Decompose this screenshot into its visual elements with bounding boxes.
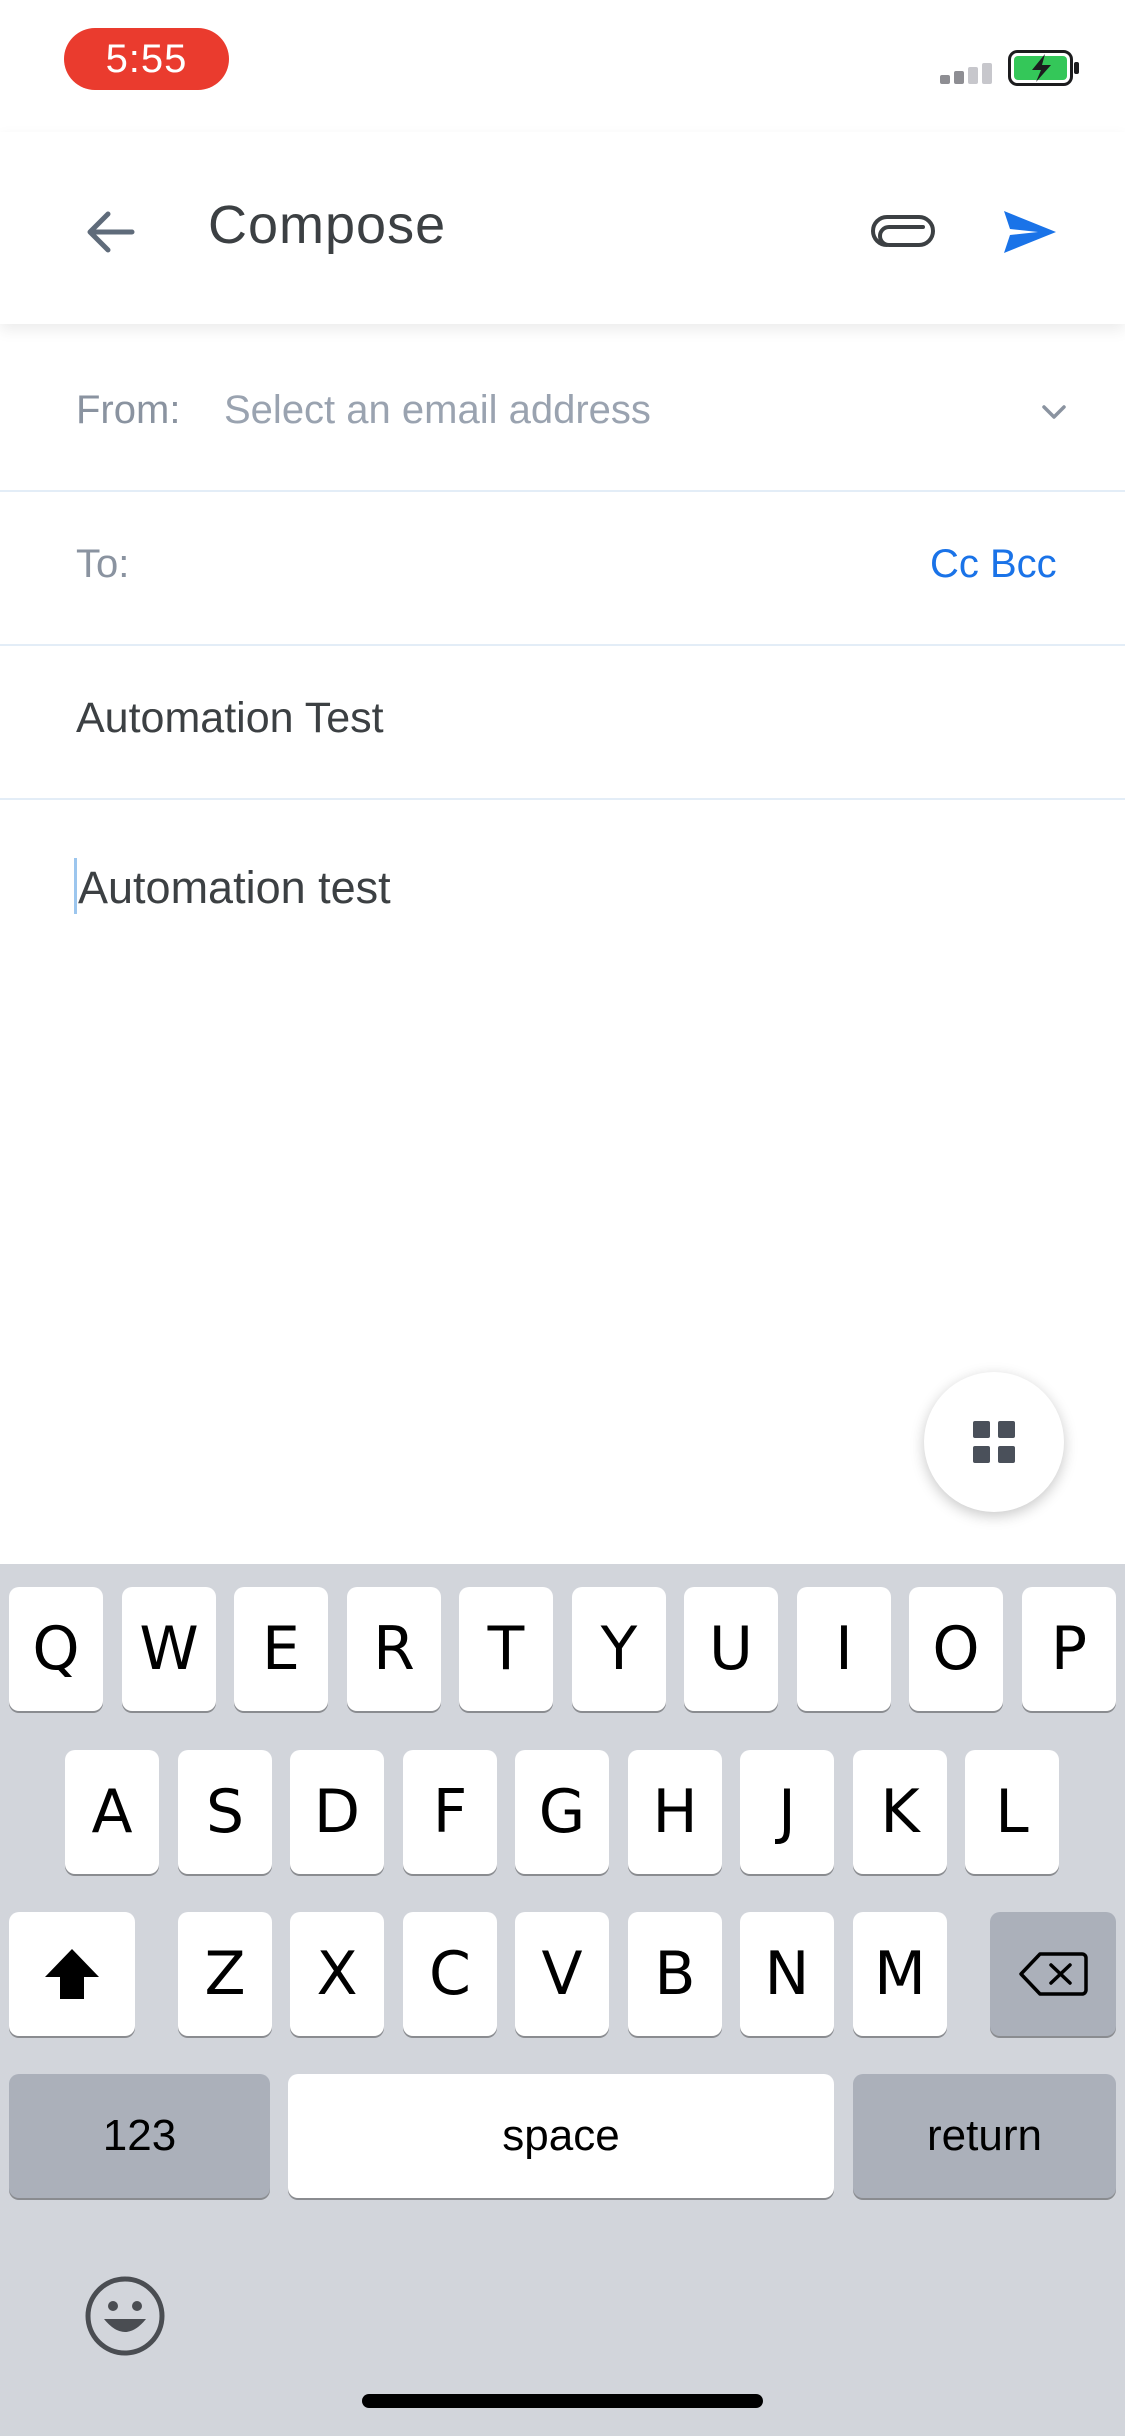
subject-row[interactable]: Automation Test xyxy=(0,646,1125,800)
cellular-signal-icon xyxy=(940,62,994,84)
shift-key[interactable] xyxy=(9,1912,135,2036)
to-row: To: Cc Bcc xyxy=(0,492,1125,646)
key-o[interactable]: O xyxy=(909,1587,1003,1711)
key-s[interactable]: S xyxy=(178,1750,272,1874)
back-button[interactable] xyxy=(70,192,150,272)
key-c[interactable]: C xyxy=(403,1912,497,2036)
from-select[interactable]: Select an email address xyxy=(224,388,651,433)
text-cursor xyxy=(74,858,77,914)
key-n[interactable]: N xyxy=(740,1912,834,2036)
key-g[interactable]: G xyxy=(515,1750,609,1874)
key-m[interactable]: M xyxy=(853,1912,947,2036)
backspace-icon xyxy=(1019,1952,1088,1996)
status-time: 5:55 xyxy=(64,28,229,90)
subject-field[interactable]: Automation Test xyxy=(76,694,384,743)
status-bar: 5:55 xyxy=(0,0,1125,132)
key-w[interactable]: W xyxy=(122,1587,216,1711)
chevron-down-icon[interactable] xyxy=(1036,394,1072,430)
key-p[interactable]: P xyxy=(1022,1587,1116,1711)
send-button[interactable] xyxy=(990,192,1070,272)
emoji-icon[interactable] xyxy=(84,2275,166,2357)
attach-button[interactable] xyxy=(866,196,940,270)
key-k[interactable]: K xyxy=(853,1750,947,1874)
to-field[interactable] xyxy=(150,522,890,612)
arrow-back-icon xyxy=(87,211,135,253)
key-d[interactable]: D xyxy=(290,1750,384,1874)
key-l[interactable]: L xyxy=(965,1750,1059,1874)
numbers-key[interactable]: 123 xyxy=(9,2074,270,2198)
keyboard: Q W E R T Y U I O P A S D F G H J K L Z … xyxy=(0,1564,1125,2436)
body-text[interactable]: Automation test xyxy=(78,862,391,914)
key-e[interactable]: E xyxy=(234,1587,328,1711)
key-f[interactable]: F xyxy=(403,1750,497,1874)
key-j[interactable]: J xyxy=(740,1750,834,1874)
paperclip-icon xyxy=(871,215,935,247)
battery-charging-icon xyxy=(1008,50,1079,86)
key-x[interactable]: X xyxy=(290,1912,384,2036)
space-key[interactable]: space xyxy=(288,2074,834,2198)
cc-bcc-button[interactable]: Cc Bcc xyxy=(930,542,1057,587)
home-indicator xyxy=(362,2394,763,2408)
to-label: To: xyxy=(76,542,130,586)
key-t[interactable]: T xyxy=(459,1587,553,1711)
return-key[interactable]: return xyxy=(853,2074,1116,2198)
grid-icon xyxy=(973,1421,1015,1463)
key-i[interactable]: I xyxy=(797,1587,891,1711)
key-u[interactable]: U xyxy=(684,1587,778,1711)
shift-icon xyxy=(45,1949,99,1999)
key-z[interactable]: Z xyxy=(178,1912,272,2036)
key-b[interactable]: B xyxy=(628,1912,722,2036)
key-q[interactable]: Q xyxy=(9,1587,103,1711)
key-r[interactable]: R xyxy=(347,1587,441,1711)
key-v[interactable]: V xyxy=(515,1912,609,2036)
grid-fab-button[interactable] xyxy=(924,1372,1064,1512)
key-a[interactable]: A xyxy=(65,1750,159,1874)
from-row[interactable]: From: Select an email address xyxy=(0,336,1125,492)
app-bar: Compose xyxy=(0,132,1125,324)
key-y[interactable]: Y xyxy=(572,1587,666,1711)
page-title: Compose xyxy=(208,195,447,255)
key-h[interactable]: H xyxy=(628,1750,722,1874)
delete-key[interactable] xyxy=(990,1912,1116,2036)
from-label: From: xyxy=(76,388,181,432)
send-icon xyxy=(1004,211,1056,253)
